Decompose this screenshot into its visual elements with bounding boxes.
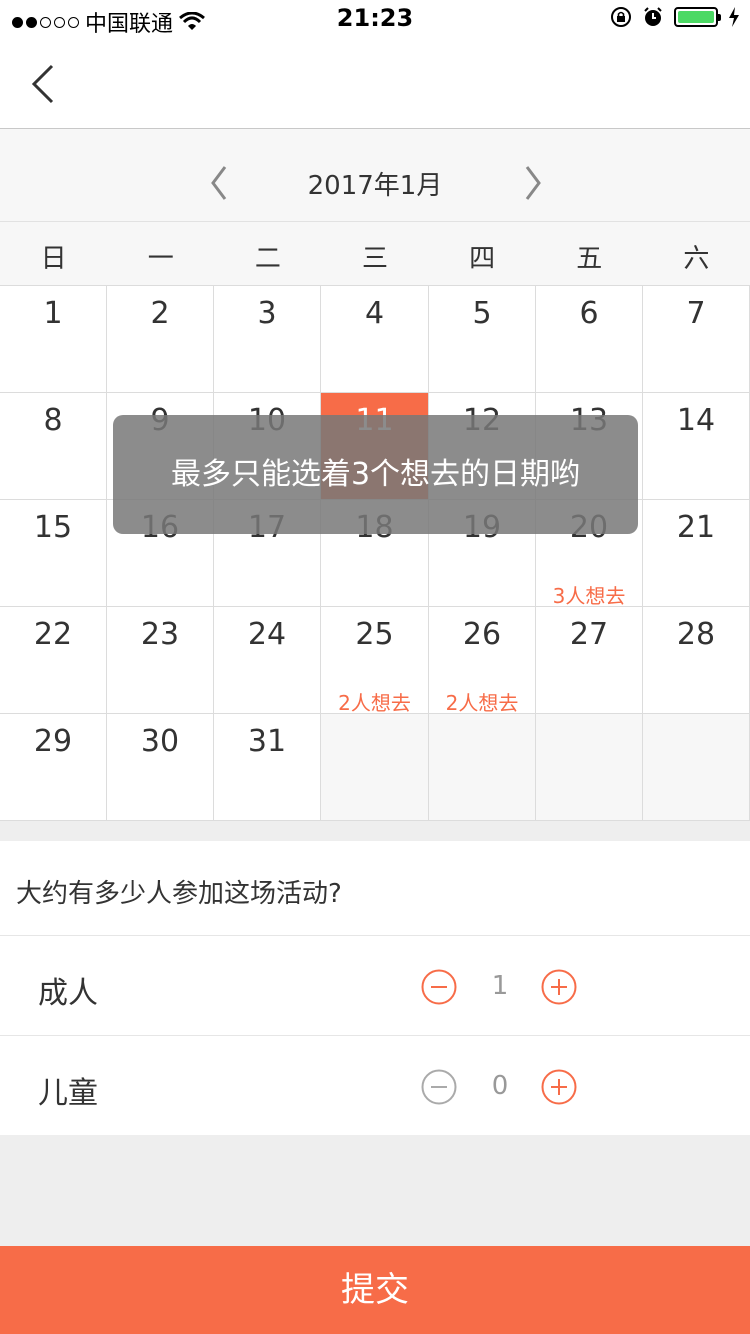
question-text: 大约有多少人参加这场活动? bbox=[16, 879, 342, 909]
calendar-day-cell[interactable]: 22 bbox=[0, 607, 107, 714]
day-number: 1 bbox=[43, 296, 63, 331]
participants-question: 大约有多少人参加这场活动? bbox=[0, 841, 750, 936]
day-number: 29 bbox=[33, 724, 73, 759]
child-count: 0 bbox=[491, 1071, 509, 1101]
calendar-day-cell[interactable]: 31 bbox=[214, 714, 321, 821]
section-divider bbox=[0, 821, 750, 841]
calendar-day-cell[interactable]: 2 bbox=[107, 286, 214, 393]
child-plus-icon[interactable] bbox=[541, 1069, 577, 1105]
bottom-spacer bbox=[0, 1135, 750, 1246]
calendar-day-cell[interactable]: 8 bbox=[0, 393, 107, 500]
interest-note: 2人想去 bbox=[445, 691, 519, 715]
day-number: 24 bbox=[247, 617, 287, 652]
weekday-label: 六 bbox=[683, 244, 710, 274]
day-number: 28 bbox=[676, 617, 716, 652]
adult-plus-icon[interactable] bbox=[541, 969, 577, 1005]
interest-note: 2人想去 bbox=[338, 691, 411, 715]
submit-button[interactable]: 提交 bbox=[0, 1246, 750, 1334]
weekday-label: 四 bbox=[469, 244, 496, 274]
status-bar: 中国联通 21:23 bbox=[0, 0, 750, 40]
status-right bbox=[610, 6, 740, 28]
calendar-day-cell[interactable]: 15 bbox=[0, 500, 107, 607]
day-number: 4 bbox=[364, 296, 385, 331]
weekday-label: 一 bbox=[147, 244, 174, 274]
calendar-day-cell[interactable]: 14 bbox=[643, 393, 750, 500]
child-minus-icon[interactable] bbox=[421, 1069, 457, 1105]
calendar-grid: 12345678910111213141516171819203人想去21222… bbox=[0, 286, 750, 821]
calendar-day-cell[interactable]: 24 bbox=[214, 607, 321, 714]
charging-icon bbox=[729, 7, 739, 27]
day-number: 3 bbox=[257, 296, 277, 331]
calendar-empty-cell bbox=[643, 714, 750, 821]
calendar-day-cell[interactable]: 29 bbox=[0, 714, 107, 821]
adult-row: 成人 1 bbox=[0, 936, 750, 1036]
calendar-empty-cell bbox=[536, 714, 643, 821]
day-number: 21 bbox=[676, 510, 716, 545]
day-number: 2 bbox=[150, 296, 170, 331]
prev-month-icon[interactable] bbox=[200, 163, 240, 203]
adult-minus-icon[interactable] bbox=[421, 969, 457, 1005]
day-number: 7 bbox=[686, 296, 706, 331]
day-number: 31 bbox=[247, 724, 287, 759]
calendar-day-cell[interactable]: 23 bbox=[107, 607, 214, 714]
toast-message: 最多只能选着3个想去的日期哟 bbox=[113, 415, 638, 534]
day-number: 15 bbox=[33, 510, 73, 545]
adult-label: 成人 bbox=[38, 976, 98, 1011]
day-number: 6 bbox=[579, 296, 599, 331]
day-number: 8 bbox=[43, 403, 63, 438]
rotation-lock-icon bbox=[611, 7, 631, 27]
battery-icon bbox=[674, 7, 721, 27]
day-number: 14 bbox=[676, 403, 716, 438]
calendar-day-cell[interactable]: 1 bbox=[0, 286, 107, 393]
calendar-day-cell[interactable]: 5 bbox=[429, 286, 536, 393]
alarm-icon bbox=[644, 7, 662, 26]
weekday-label: 二 bbox=[254, 244, 281, 274]
child-row: 儿童 0 bbox=[0, 1036, 750, 1136]
next-month-icon[interactable] bbox=[512, 163, 552, 203]
calendar-day-cell[interactable]: 27 bbox=[536, 607, 643, 714]
calendar-day-cell[interactable]: 28 bbox=[643, 607, 750, 714]
nav-bar bbox=[0, 40, 750, 129]
weekday-label: 五 bbox=[576, 244, 603, 274]
calendar-empty-cell bbox=[429, 714, 536, 821]
calendar-day-cell[interactable]: 4 bbox=[321, 286, 429, 393]
weekday-header: 日 一 二 三 四 五 六 bbox=[0, 222, 750, 286]
calendar-day-cell[interactable]: 26 2人想去 bbox=[429, 607, 536, 715]
day-number: 27 bbox=[569, 617, 609, 652]
calendar-empty-cell bbox=[321, 714, 429, 821]
day-number: 23 bbox=[140, 617, 180, 652]
calendar-day-cell[interactable]: 6 bbox=[536, 286, 643, 393]
day-number: 25 bbox=[355, 617, 394, 652]
day-number: 30 bbox=[140, 724, 180, 759]
weekday-label: 三 bbox=[361, 244, 388, 274]
day-number: 26 bbox=[462, 617, 502, 652]
calendar-day-cell[interactable]: 3 bbox=[214, 286, 321, 393]
month-title: 2017年1月 bbox=[307, 171, 443, 201]
calendar-day-cell[interactable]: 30 bbox=[107, 714, 214, 821]
back-chevron-icon[interactable] bbox=[24, 62, 64, 106]
weekday-label: 日 bbox=[40, 244, 67, 274]
interest-note: 3人想去 bbox=[552, 584, 626, 608]
month-header: 2017年1月 bbox=[0, 129, 750, 222]
day-number: 5 bbox=[472, 296, 492, 331]
child-label: 儿童 bbox=[38, 1076, 98, 1111]
adult-count: 1 bbox=[491, 971, 509, 1001]
calendar-day-cell[interactable]: 21 bbox=[643, 500, 750, 607]
day-number: 22 bbox=[33, 617, 73, 652]
calendar-day-cell[interactable]: 25 2人想去 bbox=[321, 607, 429, 715]
calendar-day-cell[interactable]: 7 bbox=[643, 286, 750, 393]
